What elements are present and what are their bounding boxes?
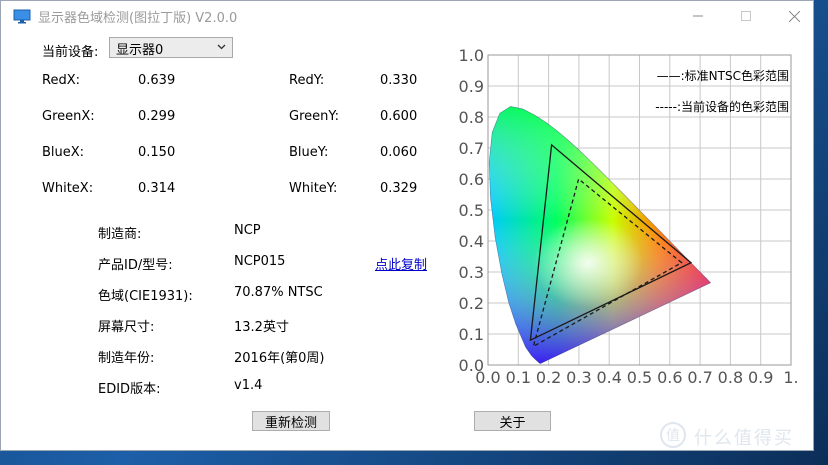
edid-version-label: EDID版本: bbox=[98, 382, 161, 397]
product-id-label: 产品ID/型号: bbox=[98, 258, 173, 273]
green-x-label: GreenX: bbox=[42, 109, 95, 124]
y-tick-label: 0.4 bbox=[459, 232, 484, 251]
y-tick-label: 0.8 bbox=[459, 108, 484, 127]
white-y-label: WhiteY: bbox=[289, 181, 338, 196]
x-tick-label: 0.9 bbox=[748, 368, 773, 387]
manufacture-year-label: 制造年份: bbox=[98, 351, 155, 366]
y-tick-label: 0.3 bbox=[459, 263, 484, 282]
blue-y-label: BlueY: bbox=[289, 145, 329, 160]
blue-x-value: 0.150 bbox=[138, 145, 176, 160]
y-tick-label: 0.7 bbox=[459, 139, 484, 158]
copy-link[interactable]: 点此复制 bbox=[375, 254, 427, 273]
y-tick-label: 0.1 bbox=[459, 325, 484, 344]
green-y-value: 0.600 bbox=[380, 109, 418, 124]
manufacturer-label: 制造商: bbox=[98, 227, 142, 242]
screen-size-value: 13.2英寸 bbox=[234, 320, 289, 335]
x-tick-label: 1. bbox=[783, 368, 798, 387]
x-tick-label: 0.8 bbox=[718, 368, 743, 387]
app-window: 显示器色域检测(图拉丁版) V2.0.0 当前设备: 显示器0 RedX: 0.… bbox=[0, 0, 814, 451]
chevron-down-icon bbox=[217, 44, 226, 50]
redetect-button[interactable]: 重新检测 bbox=[252, 411, 330, 431]
y-tick-label: 1.0 bbox=[459, 46, 484, 65]
x-tick-label: 0.6 bbox=[657, 368, 682, 387]
white-x-value: 0.314 bbox=[138, 181, 176, 196]
y-tick-label: 0.0 bbox=[459, 356, 484, 375]
maximize-icon bbox=[741, 11, 751, 21]
y-tick-label: 0.2 bbox=[459, 294, 484, 313]
about-button[interactable]: 关于 bbox=[474, 411, 551, 431]
window-title: 显示器色域检测(图拉丁版) V2.0.0 bbox=[38, 11, 238, 26]
red-y-value: 0.330 bbox=[380, 73, 418, 88]
gamut-label: 色域(CIE1931): bbox=[98, 289, 193, 304]
white-x-label: WhiteX: bbox=[42, 181, 94, 196]
device-select-value: 显示器0 bbox=[116, 43, 164, 58]
manufacturer-value: NCP bbox=[234, 223, 261, 238]
blue-y-value: 0.060 bbox=[380, 145, 418, 160]
green-x-value: 0.299 bbox=[138, 109, 176, 124]
watermark-logo: 值 bbox=[660, 422, 686, 448]
chart-legend: ——:标准NTSC色彩范围 -----:当前设备的色彩范围 bbox=[655, 69, 789, 114]
monitor-icon bbox=[13, 9, 31, 24]
watermark-text: 什么值得买 bbox=[694, 428, 794, 449]
red-x-label: RedX: bbox=[42, 73, 80, 88]
gamut-value: 70.87% NTSC bbox=[234, 285, 323, 300]
green-y-label: GreenY: bbox=[289, 109, 339, 124]
y-tick-label: 0.9 bbox=[459, 77, 484, 96]
device-select[interactable]: 显示器0 bbox=[109, 37, 233, 58]
manufacture-year-value: 2016年(第0周) bbox=[234, 351, 325, 366]
red-x-value: 0.639 bbox=[138, 73, 176, 88]
red-y-label: RedY: bbox=[289, 73, 325, 88]
legend-entry: ——:标准NTSC色彩范围 bbox=[657, 69, 789, 83]
device-label: 当前设备: bbox=[42, 45, 99, 60]
maximize-button[interactable] bbox=[723, 1, 769, 31]
y-tick-label: 0.6 bbox=[459, 170, 484, 189]
title-bar[interactable]: 显示器色域检测(图拉丁版) V2.0.0 bbox=[1, 1, 813, 31]
close-button[interactable] bbox=[771, 1, 817, 31]
x-tick-label: 0.4 bbox=[596, 368, 621, 387]
watermark: 值 什么值得买 bbox=[656, 420, 816, 452]
minimize-button[interactable] bbox=[675, 1, 721, 31]
y-tick-label: 0.5 bbox=[459, 201, 484, 220]
legend-entry: -----:当前设备的色彩范围 bbox=[655, 99, 789, 114]
white-y-value: 0.329 bbox=[380, 181, 418, 196]
x-tick-label: 0.3 bbox=[566, 368, 591, 387]
edid-version-value: v1.4 bbox=[234, 378, 263, 393]
x-tick-label: 0.7 bbox=[687, 368, 712, 387]
blue-x-label: BlueX: bbox=[42, 145, 85, 160]
x-tick-label: 0.1 bbox=[506, 368, 531, 387]
x-tick-label: 0.5 bbox=[627, 368, 652, 387]
screen-size-label: 屏幕尺寸: bbox=[98, 320, 155, 335]
spectral-fill bbox=[489, 106, 711, 364]
product-id-value: NCP015 bbox=[234, 254, 286, 269]
cie1931-chart: 0.00.00.10.10.20.20.30.30.40.40.50.50.60… bbox=[459, 46, 799, 387]
close-icon bbox=[788, 10, 800, 22]
minimize-icon bbox=[693, 15, 703, 17]
x-tick-label: 0.2 bbox=[536, 368, 561, 387]
